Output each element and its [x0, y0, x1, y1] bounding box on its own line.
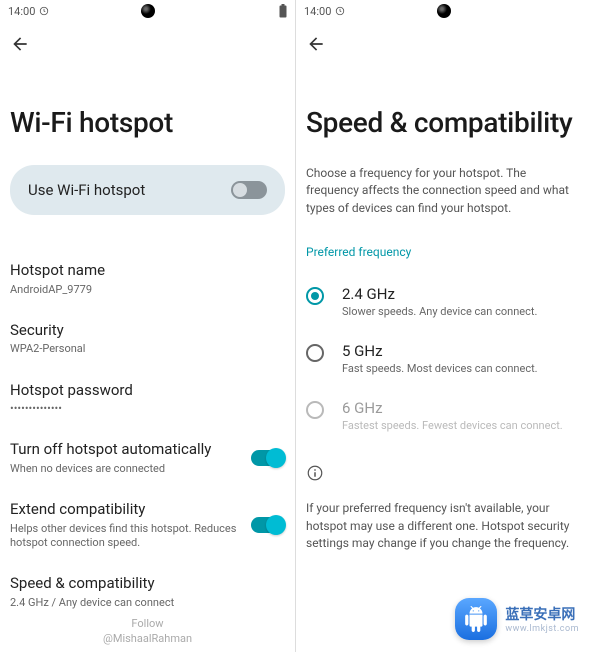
info-row: [306, 464, 581, 482]
option-title: 5 GHz: [342, 342, 538, 360]
content-area: Speed & compatibility Choose a frequency…: [296, 58, 591, 652]
back-button[interactable]: [306, 34, 581, 58]
radio-unselected-icon[interactable]: [306, 344, 324, 362]
extend-compat-switch[interactable]: [251, 517, 285, 533]
security-value: WPA2-Personal: [10, 342, 285, 356]
freq-option-24ghz[interactable]: 2.4 GHz Slower speeds. Any device can co…: [306, 273, 581, 330]
status-bar: 14:00: [296, 0, 591, 20]
clock-icon: [335, 6, 345, 16]
credit-line1: Follow: [103, 617, 192, 631]
use-wifi-hotspot-label: Use Wi-Fi hotspot: [28, 181, 145, 199]
front-camera-cutout: [437, 4, 451, 18]
radio-selected-icon[interactable]: [306, 287, 324, 305]
screen-wifi-hotspot: 14:00 Wi-Fi hotspot Use Wi-Fi hotspot Ho…: [0, 0, 296, 652]
watermark-text: 蓝草安卓网 www.lmkjst.com: [505, 604, 579, 634]
credit-line2: @MishaalRahman: [103, 632, 192, 646]
status-time: 14:00: [8, 5, 49, 18]
auto-off-sub: When no devices are connected: [10, 462, 239, 476]
auto-off-item[interactable]: Turn off hotspot automatically When no d…: [10, 428, 285, 488]
hotspot-password-value: ••••••••••••••: [10, 402, 285, 416]
watermark-android-icon: [455, 598, 497, 640]
option-sub: Slower speeds. Any device can connect.: [342, 305, 537, 318]
status-bar: 14:00: [0, 0, 295, 20]
content-area: Wi-Fi hotspot Use Wi-Fi hotspot Hotspot …: [0, 58, 295, 652]
watermark-line2: www.lmkjst.com: [505, 624, 579, 634]
speed-compat-item[interactable]: Speed & compatibility 2.4 GHz / Any devi…: [10, 562, 285, 622]
clock-icon: [39, 6, 49, 16]
radio-disabled-icon: [306, 401, 324, 419]
option-title: 6 GHz: [342, 399, 563, 417]
section-label: Preferred frequency: [306, 245, 581, 259]
page-description: Choose a frequency for your hotspot. The…: [306, 165, 581, 217]
page-title: Speed & compatibility: [306, 106, 581, 139]
option-sub: Fast speeds. Most devices can connect.: [342, 362, 538, 375]
extend-compat-title: Extend compatibility: [10, 500, 239, 520]
hotspot-password-title: Hotspot password: [10, 381, 285, 401]
info-text: If your preferred frequency isn't availa…: [306, 500, 581, 552]
security-title: Security: [10, 321, 285, 341]
watermark-line1: 蓝草安卓网: [505, 604, 579, 624]
use-wifi-hotspot-switch[interactable]: [231, 181, 267, 199]
app-bar: [296, 20, 591, 58]
auto-off-switch[interactable]: [251, 450, 285, 466]
option-title: 2.4 GHz: [342, 285, 537, 303]
security-item[interactable]: Security WPA2-Personal: [10, 309, 285, 369]
screen-speed-compat: 14:00 Speed & compatibility Choose a fre…: [296, 0, 591, 652]
hotspot-name-title: Hotspot name: [10, 261, 285, 281]
front-camera-cutout: [141, 4, 155, 18]
hotspot-name-value: AndroidAP_9779: [10, 283, 285, 297]
info-icon: [306, 464, 324, 482]
page-title: Wi-Fi hotspot: [10, 106, 285, 139]
status-time: 14:00: [304, 5, 345, 18]
option-sub: Fastest speeds. Fewest devices can conne…: [342, 419, 563, 432]
extend-compat-item[interactable]: Extend compatibility Helps other devices…: [10, 488, 285, 562]
freq-option-6ghz: 6 GHz Fastest speeds. Fewest devices can…: [306, 387, 581, 444]
clock-text: 14:00: [8, 5, 35, 18]
app-bar: [0, 20, 295, 58]
freq-option-5ghz[interactable]: 5 GHz Fast speeds. Most devices can conn…: [306, 330, 581, 387]
auto-off-title: Turn off hotspot automatically: [10, 440, 239, 460]
hotspot-password-item[interactable]: Hotspot password ••••••••••••••: [10, 369, 285, 429]
speed-compat-sub: 2.4 GHz / Any device can connect: [10, 596, 285, 610]
speed-compat-title: Speed & compatibility: [10, 574, 285, 594]
clock-text: 14:00: [304, 5, 331, 18]
credit-text: Follow @MishaalRahman: [103, 617, 192, 646]
battery-icon: [279, 4, 287, 18]
use-wifi-hotspot-toggle-row[interactable]: Use Wi-Fi hotspot: [10, 165, 285, 215]
extend-compat-sub: Helps other devices find this hotspot. R…: [10, 522, 239, 551]
back-button[interactable]: [10, 34, 285, 58]
site-watermark: 蓝草安卓网 www.lmkjst.com: [455, 598, 579, 640]
hotspot-name-item[interactable]: Hotspot name AndroidAP_9779: [10, 249, 285, 309]
